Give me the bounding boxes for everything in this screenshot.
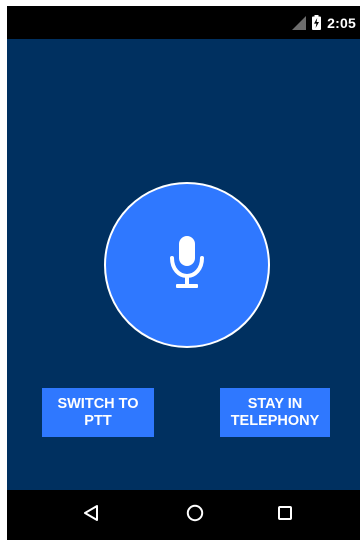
microphone-button[interactable] <box>104 182 270 348</box>
back-button[interactable] <box>71 490 111 540</box>
status-bar: 2:05 <box>7 6 360 39</box>
navigation-bar <box>7 490 360 540</box>
stay-in-telephony-button[interactable]: STAY IN TELEPHONY <box>220 388 330 437</box>
app-screen: 2:05 SWITCH TO PTT STAY IN TELEPHONY <box>7 6 360 540</box>
status-time: 2:05 <box>327 14 356 31</box>
signal-icon <box>292 15 307 30</box>
home-button[interactable] <box>175 490 215 540</box>
status-icons: 2:05 <box>292 6 356 39</box>
back-icon <box>82 504 100 527</box>
switch-to-ptt-label: SWITCH TO PTT <box>57 395 139 429</box>
battery-charging-icon <box>312 15 322 30</box>
stay-in-telephony-label: STAY IN TELEPHONY <box>230 395 320 429</box>
switch-to-ptt-button[interactable]: SWITCH TO PTT <box>42 388 154 437</box>
recents-icon <box>276 504 294 527</box>
microphone-icon <box>167 234 207 297</box>
home-icon <box>186 504 204 527</box>
recents-button[interactable] <box>265 490 305 540</box>
